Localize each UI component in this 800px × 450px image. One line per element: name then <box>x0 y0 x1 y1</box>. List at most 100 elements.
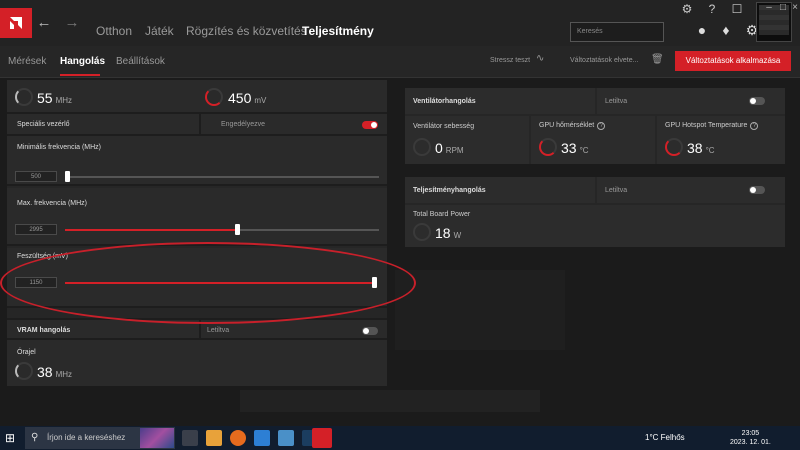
power-tuning-state-cell: Letiltva <box>597 177 785 203</box>
voltage-value: 450 mV <box>228 90 267 106</box>
vram-clock-label: Órajel <box>17 349 36 356</box>
power-tuning-label: Teljesítményhangolás <box>413 187 486 194</box>
board-power-cell: Total Board Power 18 W <box>405 205 785 247</box>
special-control-row: Speciális vezérlő Engedélyezve <box>7 114 387 136</box>
store-icon[interactable] <box>278 430 294 446</box>
vram-clock-value: 38 MHz <box>37 364 73 380</box>
help-icon[interactable]: ? <box>705 2 719 16</box>
fan-tuning-state-cell: Letiltva <box>597 88 785 114</box>
vram-clock-gauge-icon <box>15 362 33 380</box>
gpu-temp-value: 33 °C <box>561 140 589 156</box>
top-navigation-bar: ← → Otthon Játék Rögzítés és közvetítés … <box>0 0 800 46</box>
special-control-label: Speciális vezérlő <box>17 121 70 128</box>
subtab-meresek[interactable]: Mérések <box>8 56 46 67</box>
minimize-icon[interactable]: – <box>764 3 774 13</box>
stress-test-icon[interactable]: ∿ <box>536 53 544 64</box>
background-panel <box>240 390 540 412</box>
amd-software-taskbar-icon[interactable] <box>312 428 332 448</box>
board-power-gauge-icon <box>413 223 431 241</box>
top-values-row: 55 MHz 450 mV <box>7 80 387 114</box>
help-icon[interactable]: ? <box>597 122 606 130</box>
tab-teljesitmeny[interactable]: Teljesítmény <box>302 24 374 38</box>
subtab-hangolas[interactable]: Hangolás <box>60 56 105 67</box>
clock[interactable]: 23:05 2023. 12. 01. <box>730 429 771 447</box>
hotspot-temp-cell: GPU Hotspot Temperature? 38 °C <box>657 116 785 164</box>
close-icon[interactable]: × <box>790 3 800 13</box>
account-icon[interactable]: ● <box>694 22 710 38</box>
file-explorer-icon[interactable] <box>206 430 222 446</box>
search-icon: ⚲ <box>31 432 39 443</box>
mail-icon[interactable] <box>254 430 270 446</box>
gpu-temp-label: GPU hőmérséklet? <box>539 122 606 130</box>
special-control-toggle[interactable] <box>362 121 378 129</box>
subtab-beallitasok[interactable]: Beállítások <box>116 56 165 67</box>
maximize-icon[interactable]: □ <box>778 3 788 13</box>
power-tuning-toggle[interactable] <box>749 186 765 194</box>
hotspot-temp-value: 38 °C <box>687 140 715 156</box>
fan-tuning-state: Letiltva <box>605 98 628 105</box>
power-tuning-header: Teljesítményhangolás <box>405 177 595 203</box>
min-frequency-input[interactable]: 500 <box>15 171 57 182</box>
gpu-temp-cell: GPU hőmérséklet? 33 °C <box>531 116 655 164</box>
tab-rogzites[interactable]: Rögzítés és közvetítés <box>186 24 307 38</box>
fan-speed-value: 0 RPM <box>435 140 464 156</box>
vram-tuning-label: VRAM hangolás <box>17 327 71 334</box>
search-highlight-image <box>140 428 174 448</box>
bookmark-icon[interactable]: ☐ <box>730 2 744 16</box>
windows-taskbar: ⊞ Írjon ide a kereséshez ⚲ 1°C Felhős 23… <box>0 426 800 450</box>
clock-time: 23:05 <box>741 430 760 437</box>
gpu-temp-gauge-icon <box>539 138 557 156</box>
firefox-icon[interactable] <box>230 430 246 446</box>
max-frequency-row: Max. frekvencia (MHz) 2995 <box>7 188 387 246</box>
max-frequency-label: Max. frekvencia (MHz) <box>17 200 88 207</box>
fan-tuning-label: Ventilátorhangolás <box>413 98 476 105</box>
apply-changes-button[interactable]: Változtatások alkalmazása <box>675 51 791 71</box>
min-frequency-track <box>65 176 379 178</box>
gpu-tuning-panel: 55 MHz 450 mV Speciális vezérlő Engedélyez… <box>7 80 387 386</box>
windows-start-icon[interactable]: ⊞ <box>5 431 19 445</box>
special-control-state: Engedélyezve <box>221 121 265 128</box>
search-input[interactable]: Keresés <box>570 22 664 42</box>
forward-arrow-icon[interactable]: → <box>64 15 80 31</box>
power-tuning-state: Letiltva <box>605 187 628 194</box>
background-panel <box>395 270 565 350</box>
vram-tuning-toggle[interactable] <box>362 327 378 335</box>
power-tuning-panel: Teljesítményhangolás Letiltva Total Boar… <box>405 177 785 247</box>
back-arrow-icon[interactable]: ← <box>36 15 52 31</box>
max-frequency-slider-thumb[interactable] <box>235 224 240 235</box>
max-frequency-input[interactable]: 2995 <box>15 224 57 235</box>
vram-tuning-state: Letiltva <box>207 327 230 334</box>
fan-tuning-panel: Ventilátorhangolás Letiltva Ventilátor s… <box>405 88 785 164</box>
tab-jatek[interactable]: Játék <box>145 24 174 38</box>
frequency-gauge-icon <box>15 88 33 106</box>
amd-logo-icon[interactable] <box>0 8 32 38</box>
fan-speed-gauge-icon <box>413 138 431 156</box>
task-view-icon[interactable] <box>182 430 198 446</box>
fan-speed-label: Ventilátor sebesség <box>413 123 475 130</box>
notifications-icon[interactable]: ♦ <box>718 22 734 38</box>
min-frequency-slider-thumb[interactable] <box>65 171 70 182</box>
fan-tuning-header: Ventilátorhangolás <box>405 88 595 114</box>
help-icon[interactable]: ? <box>750 122 759 130</box>
weather-status[interactable]: 1°C Felhős <box>645 433 685 442</box>
min-frequency-label: Minimális frekvencia (MHz) <box>17 144 102 151</box>
vram-clock-row: Órajel 38 MHz <box>7 340 387 386</box>
fan-speed-cell: Ventilátor sebesség 0 RPM <box>405 116 529 164</box>
bug-report-icon[interactable]: ⚙ <box>680 2 694 16</box>
voltage-gauge-icon <box>205 88 223 106</box>
frequency-value: 55 MHz <box>37 90 73 106</box>
active-subtab-indicator <box>60 74 100 76</box>
fan-tuning-toggle[interactable] <box>749 97 765 105</box>
max-frequency-fill <box>65 229 237 231</box>
stress-test-button[interactable]: Stressz teszt <box>490 57 530 64</box>
hotspot-temp-gauge-icon <box>665 138 683 156</box>
highlight-ellipse-annotation <box>0 242 416 324</box>
clock-date: 2023. 12. 01. <box>730 439 771 446</box>
discard-changes-button[interactable]: Változtatások elvete... <box>570 57 638 64</box>
board-power-value: 18 W <box>435 225 462 241</box>
hotspot-temp-label: GPU Hotspot Temperature? <box>665 122 759 130</box>
tab-otthon[interactable]: Otthon <box>96 24 132 38</box>
min-frequency-row: Minimális frekvencia (MHz) 500 <box>7 136 387 186</box>
board-power-label: Total Board Power <box>413 211 471 218</box>
trash-icon[interactable]: 🗑 <box>651 54 664 65</box>
